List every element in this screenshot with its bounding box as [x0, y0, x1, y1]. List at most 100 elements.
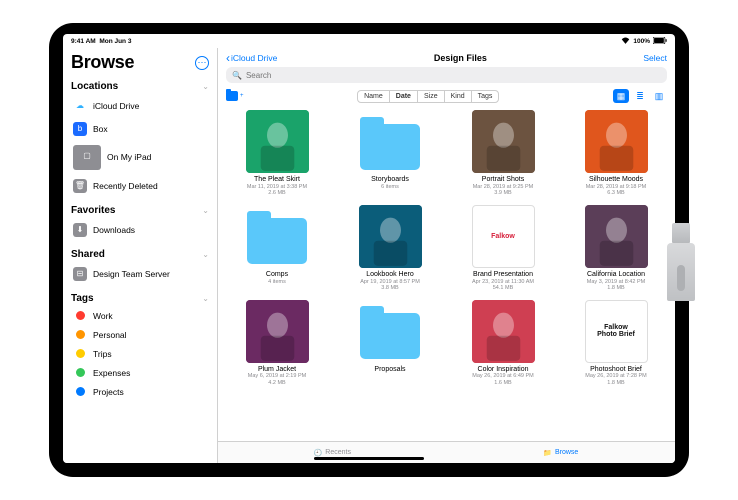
sort-name[interactable]: Name [358, 91, 390, 102]
tab-browse[interactable]: 📁 Browse [447, 442, 676, 463]
sort-tags[interactable]: Tags [472, 91, 499, 102]
folder-icon [359, 300, 422, 363]
view-list-button[interactable]: ≣ [632, 89, 648, 103]
sidebar-item-label: Box [93, 124, 108, 134]
file-item[interactable]: Color InspirationMay 26, 2019 at 6:49 PM… [458, 300, 548, 387]
image-thumbnail [472, 110, 535, 173]
image-thumbnail [472, 300, 535, 363]
sidebar-item-label: iCloud Drive [93, 101, 139, 111]
section-tags-label: Tags [71, 293, 94, 304]
file-name: Silhouette Moods [589, 176, 643, 184]
view-grid-button[interactable]: ▦ [613, 89, 629, 103]
tab-label: Recents [325, 449, 351, 456]
usb-drive [653, 223, 709, 303]
sidebar-item-label: Expenses [93, 368, 130, 378]
tag-dot-icon [76, 330, 85, 339]
view-columns-button[interactable]: ▥ [651, 89, 667, 103]
chevron-down-icon: ⌄ [202, 82, 209, 91]
chevron-down-icon: ⌄ [202, 206, 209, 215]
sidebar-item-recentlydeleted[interactable]: 🗑 Recently Deleted [71, 174, 209, 197]
screen: 9:41 AM Mon Jun 3 100% Browse ⋯ [63, 34, 675, 463]
home-indicator[interactable] [314, 457, 424, 460]
sidebar-item-label: Recently Deleted [93, 181, 158, 191]
file-name: Comps [266, 271, 288, 279]
tab-bar: 🕘 Recents 📁 Browse [218, 441, 675, 463]
ipad-icon: ▢ [73, 145, 101, 170]
file-item[interactable]: Plum JacketMay 6, 2019 at 2:19 PM4.2 MB [232, 300, 322, 387]
sidebar-item-designteamserver[interactable]: ⊟ Design Team Server [71, 262, 209, 285]
back-label: iCloud Drive [231, 53, 277, 63]
sidebar: Browse ⋯ Locations ⌄ ☁︎ iCloud Drive b B… [63, 48, 218, 463]
trash-icon: 🗑 [73, 179, 87, 193]
toolbar: + NameDateSizeKindTags ▦ ≣ ▥ [218, 87, 675, 108]
file-name: Color Inspiration [478, 366, 529, 374]
status-date: Mon Jun 3 [99, 38, 131, 45]
file-item[interactable]: Storyboards6 items [345, 110, 435, 197]
file-grid[interactable]: The Pleat SkirtMar 11, 2019 at 3:38 PM2.… [218, 108, 675, 441]
sidebar-item-box[interactable]: b Box [71, 117, 209, 140]
status-time: 9:41 AM [71, 38, 96, 45]
image-thumbnail [585, 110, 648, 173]
sidebar-item-label: Personal [93, 330, 127, 340]
section-shared-label: Shared [71, 249, 105, 260]
section-favorites[interactable]: Favorites ⌄ [71, 203, 209, 218]
sort-date[interactable]: Date [390, 91, 418, 102]
image-thumbnail [359, 205, 422, 268]
chevron-down-icon: ⌄ [202, 294, 209, 303]
sidebar-tag-expenses[interactable]: Expenses [71, 363, 209, 382]
file-item[interactable]: California LocationMay 3, 2019 at 8:42 P… [571, 205, 661, 292]
status-left: 9:41 AM Mon Jun 3 [71, 38, 131, 45]
folder-plus-icon [226, 91, 238, 101]
folder-title: Design Files [283, 53, 637, 63]
nav-bar: iCloud Drive Design Files Select [218, 48, 675, 67]
sidebar-tag-trips[interactable]: Trips [71, 344, 209, 363]
search-bar[interactable]: 🔍 [226, 67, 667, 83]
sidebar-tag-personal[interactable]: Personal [71, 325, 209, 344]
sidebar-item-icloud[interactable]: ☁︎ iCloud Drive [71, 94, 209, 117]
sidebar-item-label: Work [93, 311, 113, 321]
section-locations[interactable]: Locations ⌄ [71, 79, 209, 94]
file-item[interactable]: Falkow Photo BriefPhotoshoot BriefMay 26… [571, 300, 661, 387]
section-tags[interactable]: Tags ⌄ [71, 291, 209, 306]
file-item[interactable]: Comps4 items [232, 205, 322, 292]
view-segment: ▦ ≣ ▥ [613, 89, 667, 103]
sort-size[interactable]: Size [418, 91, 445, 102]
tag-dot-icon [76, 311, 85, 320]
file-name: Plum Jacket [258, 366, 296, 374]
file-name: Lookbook Hero [366, 271, 413, 279]
sort-segment: NameDateSizeKindTags [357, 90, 499, 103]
doc-thumbnail: Falkow [472, 205, 535, 268]
image-thumbnail [246, 300, 309, 363]
back-button[interactable]: iCloud Drive [226, 53, 277, 63]
section-shared[interactable]: Shared ⌄ [71, 247, 209, 262]
image-thumbnail [246, 110, 309, 173]
sort-kind[interactable]: Kind [445, 91, 472, 102]
select-button[interactable]: Select [643, 53, 667, 63]
file-item[interactable]: Portrait ShotsMar 28, 2019 at 9:25 PM3.9… [458, 110, 548, 197]
file-meta: Apr 19, 2019 at 8:57 PM3.8 MB [360, 279, 420, 292]
chevron-down-icon: ⌄ [202, 250, 209, 259]
tab-label: Browse [555, 449, 578, 456]
tag-dot-icon [76, 387, 85, 396]
file-item[interactable]: Lookbook HeroApr 19, 2019 at 8:57 PM3.8 … [345, 205, 435, 292]
search-input[interactable] [246, 71, 661, 80]
sidebar-item-label: Design Team Server [93, 269, 170, 279]
file-meta: May 26, 2019 at 7:28 PM1.8 MB [585, 373, 646, 386]
sidebar-tag-projects[interactable]: Projects [71, 382, 209, 401]
battery-pct: 100% [633, 38, 650, 45]
sidebar-tag-work[interactable]: Work [71, 306, 209, 325]
new-folder-button[interactable]: + [226, 91, 244, 101]
sidebar-item-label: Projects [93, 387, 124, 397]
file-item[interactable]: FalkowBrand PresentationApr 23, 2019 at … [458, 205, 548, 292]
folder-icon [359, 110, 422, 173]
image-thumbnail [585, 205, 648, 268]
file-item[interactable]: Proposals [345, 300, 435, 387]
sidebar-item-onmyipad[interactable]: ▢ On My iPad [71, 140, 209, 174]
folder-icon [246, 205, 309, 268]
settings-icon[interactable]: ⋯ [195, 56, 209, 70]
file-item[interactable]: Silhouette MoodsMar 28, 2019 at 9:18 PM6… [571, 110, 661, 197]
file-item[interactable]: The Pleat SkirtMar 11, 2019 at 3:38 PM2.… [232, 110, 322, 197]
file-name: Photoshoot Brief [590, 366, 642, 374]
sidebar-item-downloads[interactable]: ⬇ Downloads [71, 218, 209, 241]
file-meta: Apr 23, 2019 at 11:30 AM54.1 MB [472, 279, 534, 292]
